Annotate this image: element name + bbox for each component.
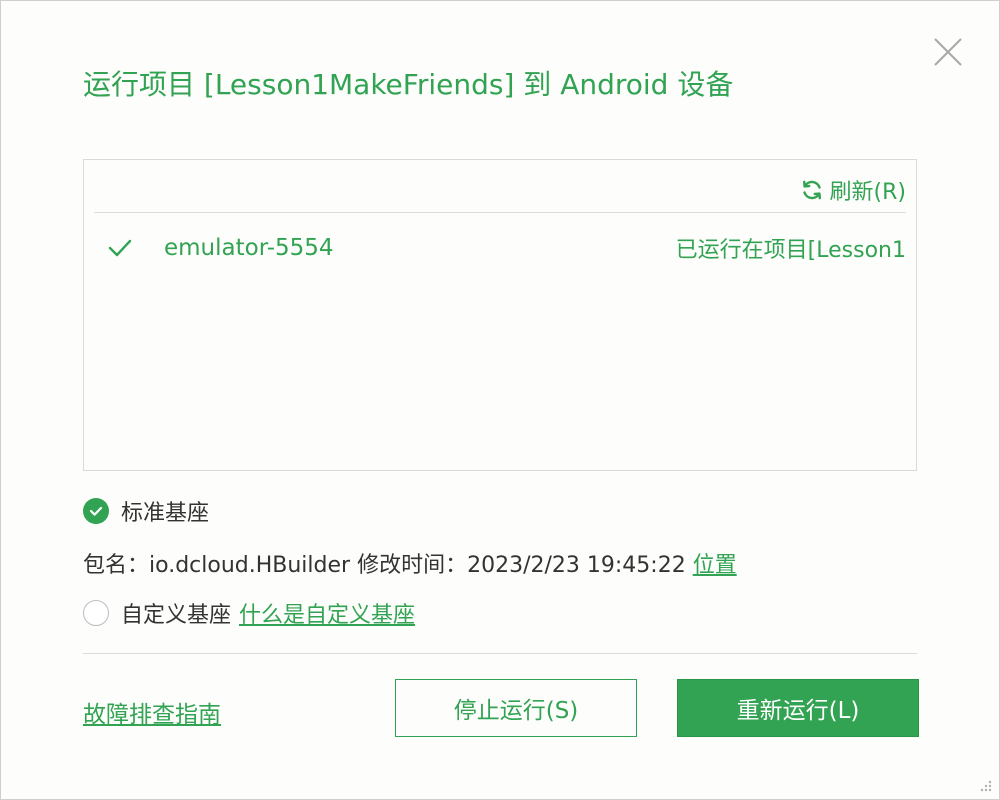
- device-list-panel: 刷新(R) emulator-5554 已运行在项目[Lesson1: [83, 159, 917, 471]
- device-list-item[interactable]: emulator-5554 已运行在项目[Lesson1: [94, 226, 906, 270]
- footer-divider: [83, 653, 917, 654]
- custom-base-help-link[interactable]: 什么是自定义基座: [239, 597, 415, 629]
- location-link[interactable]: 位置: [693, 553, 737, 578]
- refresh-button[interactable]: 刷新(R): [800, 174, 906, 206]
- package-name: io.dcloud.HBuilder: [149, 553, 351, 578]
- refresh-label: 刷新(R): [829, 180, 906, 205]
- modified-prefix: 修改时间：: [357, 553, 468, 578]
- device-name: emulator-5554: [164, 235, 334, 261]
- custom-base-label: 自定义基座: [121, 603, 232, 628]
- radio-unchecked-icon[interactable]: [83, 600, 109, 626]
- custom-base-option[interactable]: 自定义基座 什么是自定义基座: [83, 597, 415, 629]
- standard-base-label: 标准基座: [121, 501, 210, 526]
- modified-time: 2023/2/23 19:45:22: [467, 553, 686, 578]
- panel-divider: [94, 212, 906, 213]
- stop-button[interactable]: 停止运行(S): [395, 679, 637, 737]
- run-to-android-dialog: 运行项目 [Lesson1MakeFriends] 到 Android 设备 刷…: [0, 0, 1000, 800]
- checkmark-icon: [108, 239, 132, 257]
- refresh-icon: [802, 180, 821, 200]
- close-icon: [934, 38, 962, 66]
- package-info: 包名：io.dcloud.HBuilder 修改时间：2023/2/23 19:…: [83, 547, 737, 579]
- resize-grip-icon[interactable]: [977, 777, 993, 793]
- device-status: 已运行在项目[Lesson1: [675, 238, 906, 263]
- radio-checked-icon[interactable]: [83, 498, 109, 524]
- standard-base-option[interactable]: 标准基座: [83, 495, 209, 527]
- restart-button[interactable]: 重新运行(L): [677, 679, 919, 737]
- close-button[interactable]: [927, 31, 969, 73]
- package-prefix: 包名：: [83, 553, 150, 578]
- dialog-title: 运行项目 [Lesson1MakeFriends] 到 Android 设备: [83, 68, 734, 101]
- troubleshoot-link[interactable]: 故障排查指南: [83, 695, 221, 729]
